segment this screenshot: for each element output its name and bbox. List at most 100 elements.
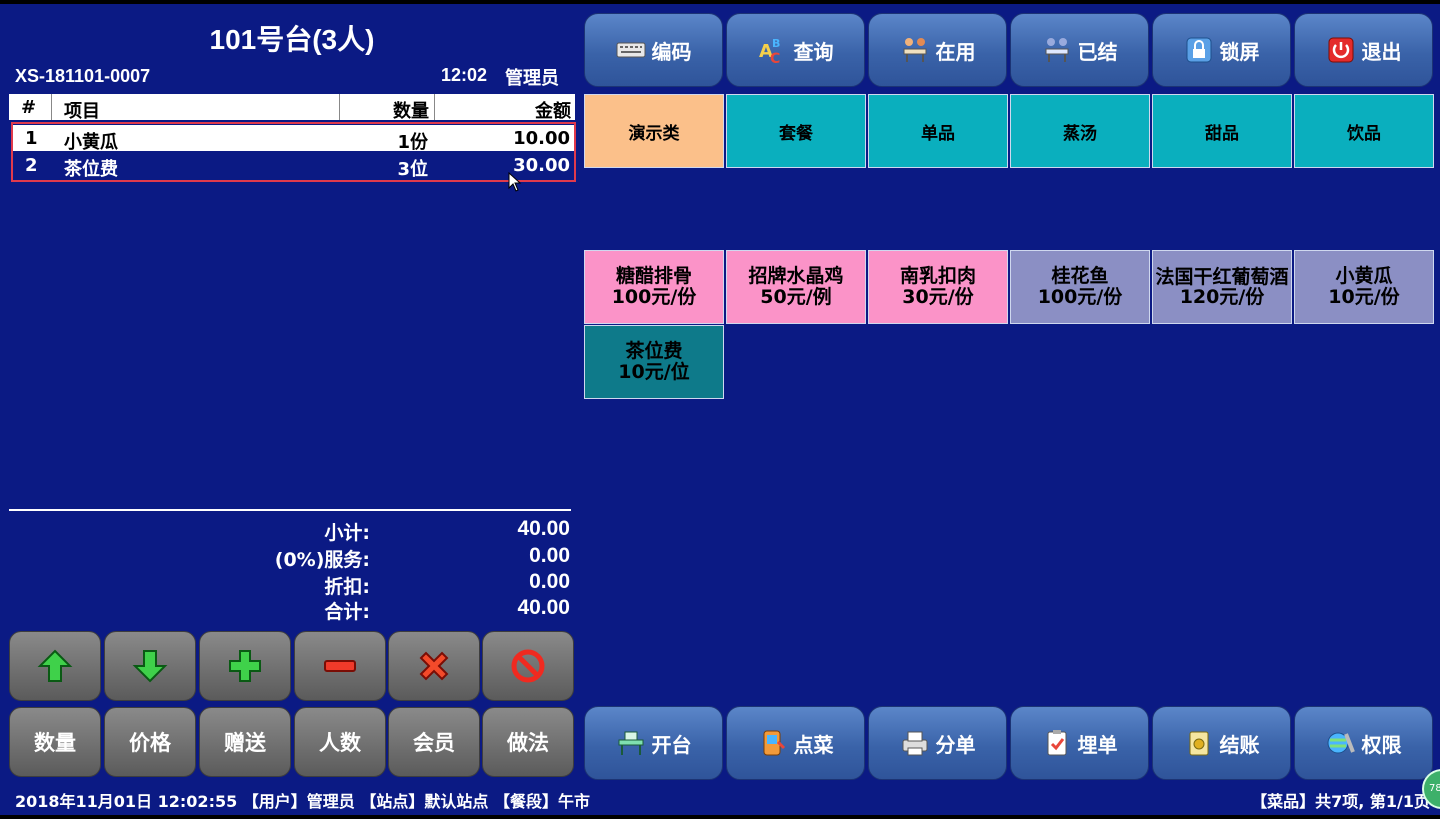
decrease-button[interactable] (294, 631, 386, 701)
member-button[interactable]: 会员 (388, 707, 480, 777)
permission-label: 权限 (1361, 732, 1402, 757)
order-dish-label: 点菜 (793, 732, 834, 757)
pos-window: 101号台(3人) XS-181101-0007 12:02 管理员 # 项目 … (0, 4, 1440, 815)
settled-button[interactable]: 已结 (1010, 13, 1149, 87)
dish-name: 小黄瓜 (1335, 265, 1393, 287)
permission-button[interactable]: 权限 (1294, 706, 1433, 780)
exit-button[interactable]: 退出 (1294, 13, 1433, 87)
order-dish-button[interactable]: 点菜 (726, 706, 865, 780)
category-tab-set-meal[interactable]: 套餐 (726, 94, 866, 168)
svg-text:C: C (770, 51, 780, 65)
split-bill-button[interactable]: 分单 (868, 706, 1007, 780)
quantity-button[interactable]: 数量 (9, 707, 101, 777)
dish-tile[interactable]: 南乳扣肉 30元/份 (868, 250, 1008, 324)
delete-button[interactable] (388, 631, 480, 701)
status-left: 2018年11月01日 12:02:55 【用户】管理员 【站点】默认站点 【餐… (15, 792, 590, 811)
row-amount: 10.00 (513, 128, 570, 149)
arrow-up-icon (37, 649, 73, 682)
category-tab-drinks[interactable]: 饮品 (1294, 94, 1434, 168)
service-label: (0%)服务: (274, 549, 370, 571)
col-qty: 数量 (393, 101, 429, 122)
dish-name: 糖醋排骨 (615, 265, 692, 287)
lock-screen-label: 锁屏 (1219, 39, 1260, 64)
row-no: 2 (25, 155, 38, 176)
category-tab-dessert[interactable]: 甜品 (1152, 94, 1292, 168)
plus-icon (229, 650, 261, 682)
subtotal-label: 小计: (324, 522, 370, 544)
order-user: 管理员 (505, 68, 559, 89)
dish-name: 茶位费 (625, 340, 683, 362)
close-icon (419, 651, 449, 681)
category-tab-demo[interactable]: 演示类 (584, 94, 724, 168)
in-use-label: 在用 (935, 39, 976, 64)
col-no: # (21, 97, 37, 118)
code-button[interactable]: 编码 (584, 13, 723, 87)
dish-tile[interactable]: 法国干红葡萄酒 120元/份 (1152, 250, 1292, 324)
order-table-header: # 项目 数量 金额 (9, 94, 575, 122)
order-time: 12:02 (441, 65, 488, 85)
dish-price: 10元/位 (618, 361, 690, 383)
dish-tile[interactable]: 糖醋排骨 100元/份 (584, 250, 724, 324)
dish-name: 南乳扣肉 (899, 265, 976, 287)
status-right: 【菜品】共7项, 第1/1页 (1251, 792, 1430, 811)
bury-bill-button[interactable]: 埋单 (1010, 706, 1149, 780)
dish-tile[interactable]: 招牌水晶鸡 50元/例 (726, 250, 866, 324)
dish-name: 法国干红葡萄酒 (1155, 266, 1289, 288)
category-tab-soup[interactable]: 蒸汤 (1010, 94, 1150, 168)
discount-value: 0.00 (529, 570, 570, 593)
order-number: XS-181101-0007 (15, 66, 151, 86)
people-button[interactable]: 人数 (294, 707, 386, 777)
power-icon (1328, 37, 1353, 63)
dish-price: 100元/份 (611, 286, 697, 308)
query-button[interactable]: ACB 查询 (726, 13, 865, 87)
dish-tile[interactable]: 桂花鱼 100元/份 (1010, 250, 1150, 324)
split-bill-label: 分单 (935, 732, 976, 757)
printer-icon (902, 731, 927, 756)
move-up-button[interactable] (9, 631, 101, 701)
row-no: 1 (25, 128, 38, 149)
gift-button[interactable]: 赠送 (199, 707, 291, 777)
keyboard-icon (616, 42, 645, 58)
subtotal-value: 40.00 (517, 517, 570, 540)
dish-price: 100元/份 (1037, 286, 1123, 308)
dish-name: 招牌水晶鸡 (748, 265, 844, 287)
cancel-button[interactable] (482, 631, 574, 701)
settled-table-icon (1045, 38, 1068, 62)
order-row[interactable]: 1 小黄瓜 1份 10.00 (13, 125, 574, 153)
open-table-button[interactable]: 开台 (584, 706, 723, 780)
discount-label: 折扣: (324, 576, 370, 598)
method-button[interactable]: 做法 (482, 707, 574, 777)
in-use-button[interactable]: 在用 (868, 13, 1007, 87)
code-label: 编码 (651, 39, 692, 64)
order-row[interactable]: 2 茶位费 3位 30.00 (13, 152, 574, 180)
row-qty: 1份 (397, 132, 428, 153)
increase-button[interactable] (199, 631, 291, 701)
dish-price: 50元/例 (760, 286, 832, 308)
row-item: 小黄瓜 (64, 132, 118, 153)
svg-text:B: B (772, 37, 780, 50)
mouse-cursor-icon (508, 172, 522, 192)
status-bar: 2018年11月01日 12:02:55 【用户】管理员 【站点】默认站点 【餐… (0, 782, 1440, 815)
lock-screen-button[interactable]: 锁屏 (1152, 13, 1291, 87)
dish-tile[interactable]: 小黄瓜 10元/份 (1294, 250, 1434, 324)
move-down-button[interactable] (104, 631, 196, 701)
table-icon (618, 731, 643, 755)
dish-tile[interactable]: 茶位费 10元/位 (584, 325, 724, 399)
minus-icon (324, 660, 356, 672)
dish-price: 10元/份 (1328, 286, 1400, 308)
category-tab-single[interactable]: 单品 (868, 94, 1008, 168)
price-button[interactable]: 价格 (104, 707, 196, 777)
total-value: 40.00 (517, 596, 570, 619)
total-label: 合计: (324, 601, 370, 623)
summary-divider (9, 509, 571, 511)
col-item: 项目 (64, 101, 100, 122)
abc-search-icon: ACB (759, 37, 780, 65)
lock-icon (1186, 37, 1211, 63)
order-items: 1 小黄瓜 1份 10.00 2 茶位费 3位 30.00 (11, 122, 576, 182)
clipboard-check-icon (1047, 730, 1066, 756)
open-table-label: 开台 (651, 732, 692, 757)
dish-price: 120元/份 (1179, 286, 1265, 308)
service-value: 0.00 (529, 544, 570, 567)
checkout-button[interactable]: 结账 (1152, 706, 1291, 780)
row-item: 茶位费 (64, 159, 118, 180)
